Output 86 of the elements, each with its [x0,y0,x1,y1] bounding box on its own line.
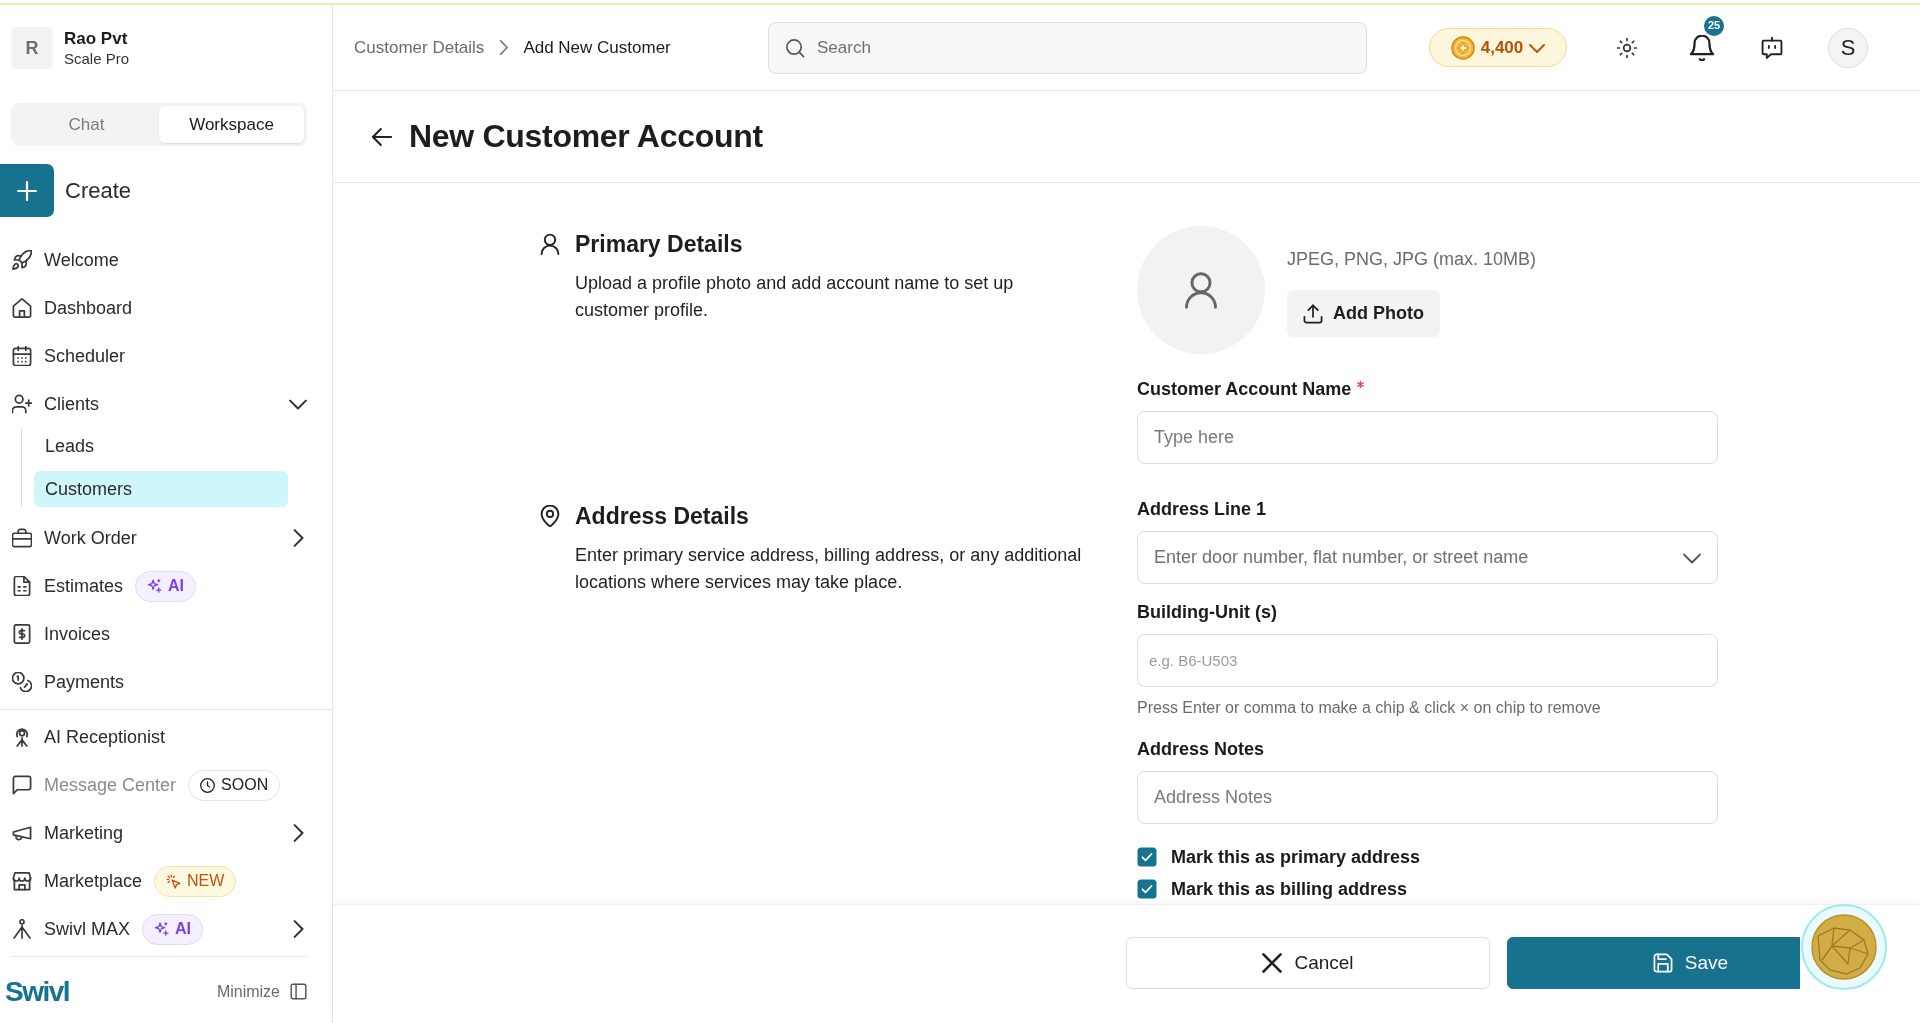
section-title: Primary Details [575,230,744,259]
sidebar-panel-icon[interactable] [290,983,307,1000]
tag-label: AI [175,919,191,939]
coins-icon [12,672,32,692]
rocket-icon [12,250,32,270]
chatbot-icon[interactable] [1761,36,1783,59]
section-title: Address Details [575,502,750,531]
bell-icon[interactable] [1689,34,1715,61]
geodesic-ball-icon[interactable] [1801,904,1887,990]
user-icon [539,233,561,255]
org-name: Rao Pvt [64,27,129,49]
user-icon [1182,271,1220,309]
mode-tab[interactable]: Workspace [159,106,304,143]
cursor-sparkle-icon [166,873,182,889]
sparkle-icon [147,578,163,594]
nav-link[interactable]: Marketplace [12,867,143,895]
dollar-document-icon [12,624,32,644]
nav-link[interactable]: Estimates [12,572,124,600]
tag-label: NEW [187,871,225,891]
file-hint: JPEG, PNG, JPG (max. 10MB) [1287,248,1537,270]
logo: Swivl [5,974,70,1009]
minimize-link[interactable]: Minimize [216,979,280,1004]
chip-input-field[interactable]: e.g. B6-U503 [1137,634,1718,687]
field-label: Building-Unit (s) [1137,601,1277,623]
add-photo-button[interactable]: Add Photo [1287,290,1440,337]
breadcrumb-current: Add New Customer [523,36,671,59]
org-avatar: R [11,27,53,69]
nav-link[interactable]: Work Order [12,524,137,552]
create-label[interactable]: Create [65,174,132,207]
user-avatar[interactable]: S [1828,27,1868,68]
cancel-button[interactable]: Cancel [1126,937,1490,989]
nav-link[interactable]: Payments [12,668,125,696]
search-input[interactable]: Search [817,32,1350,63]
tag-label: AI [168,576,185,596]
nav-link[interactable]: Invoices [12,620,111,648]
create-button[interactable] [0,164,54,217]
save-icon [1652,953,1673,973]
sparkle-icon [154,921,169,937]
plus-icon [17,180,37,201]
field-label: Customer Account Name [1137,378,1352,400]
nav-link[interactable]: Leads [34,428,288,464]
nav-link[interactable]: AI Receptionist [12,723,166,751]
store-icon [12,871,32,891]
plan-name: Scale Pro [64,48,130,69]
sun-icon[interactable] [1617,37,1637,58]
checkbox-label: Mark this as primary address [1171,845,1421,869]
mode-tab[interactable]: Chat [14,106,159,143]
text-field[interactable]: Address Notes [1137,771,1718,824]
checkbox-label: Mark this as billing address [1171,877,1408,901]
briefcase-icon [12,528,32,548]
nav-link[interactable]: Customers [34,471,288,507]
checkbox[interactable] [1137,879,1157,899]
checkbox[interactable] [1137,847,1157,867]
save-button[interactable]: Save [1507,937,1800,989]
search-icon [785,37,805,58]
upload-icon [1303,303,1323,324]
breadcrumb-link[interactable]: Customer Details [354,34,485,61]
tag-label: SOON [221,775,269,795]
chat-bubble-icon [12,775,32,795]
page-title: New Customer Account [409,117,763,156]
notification-count: 25 [1702,13,1726,38]
nav-link[interactable]: Swivl MAX [12,915,130,943]
x-icon [1262,953,1283,973]
home-icon [12,298,32,318]
section-description: Enter primary service address, billing address, or any additional locations where services may take place. [575,544,1083,594]
nav-link[interactable]: Scheduler [12,342,126,370]
dropdown-field[interactable]: Enter door number, flat number, or street name [1137,531,1718,584]
section-description: Upload a profile photo and add account name to set up customer profile. [575,272,1015,322]
coin-icon [1450,35,1475,60]
nav-link[interactable]: Clients [12,390,100,418]
calendar-icon [12,346,32,366]
person-icon [12,919,32,939]
credits-button[interactable]: 4,400 [1429,28,1567,67]
clock-icon [200,777,216,793]
help-text: Press Enter or comma to make a chip & click × on chip to remove [1137,698,1602,718]
search-field[interactable]: Search [768,21,1367,74]
nav-link[interactable]: Marketing [12,819,124,847]
text-field[interactable]: Type here [1137,411,1718,464]
user-plus-icon [12,394,32,414]
map-pin-icon [539,505,561,527]
nav-link[interactable]: Dashboard [12,294,133,322]
field-label: Address Line 1 [1137,498,1267,520]
field-label: Address Notes [1137,738,1265,760]
megaphone-icon [12,823,32,843]
nav-link[interactable]: Welcome [12,246,119,274]
document-icon [12,576,32,596]
